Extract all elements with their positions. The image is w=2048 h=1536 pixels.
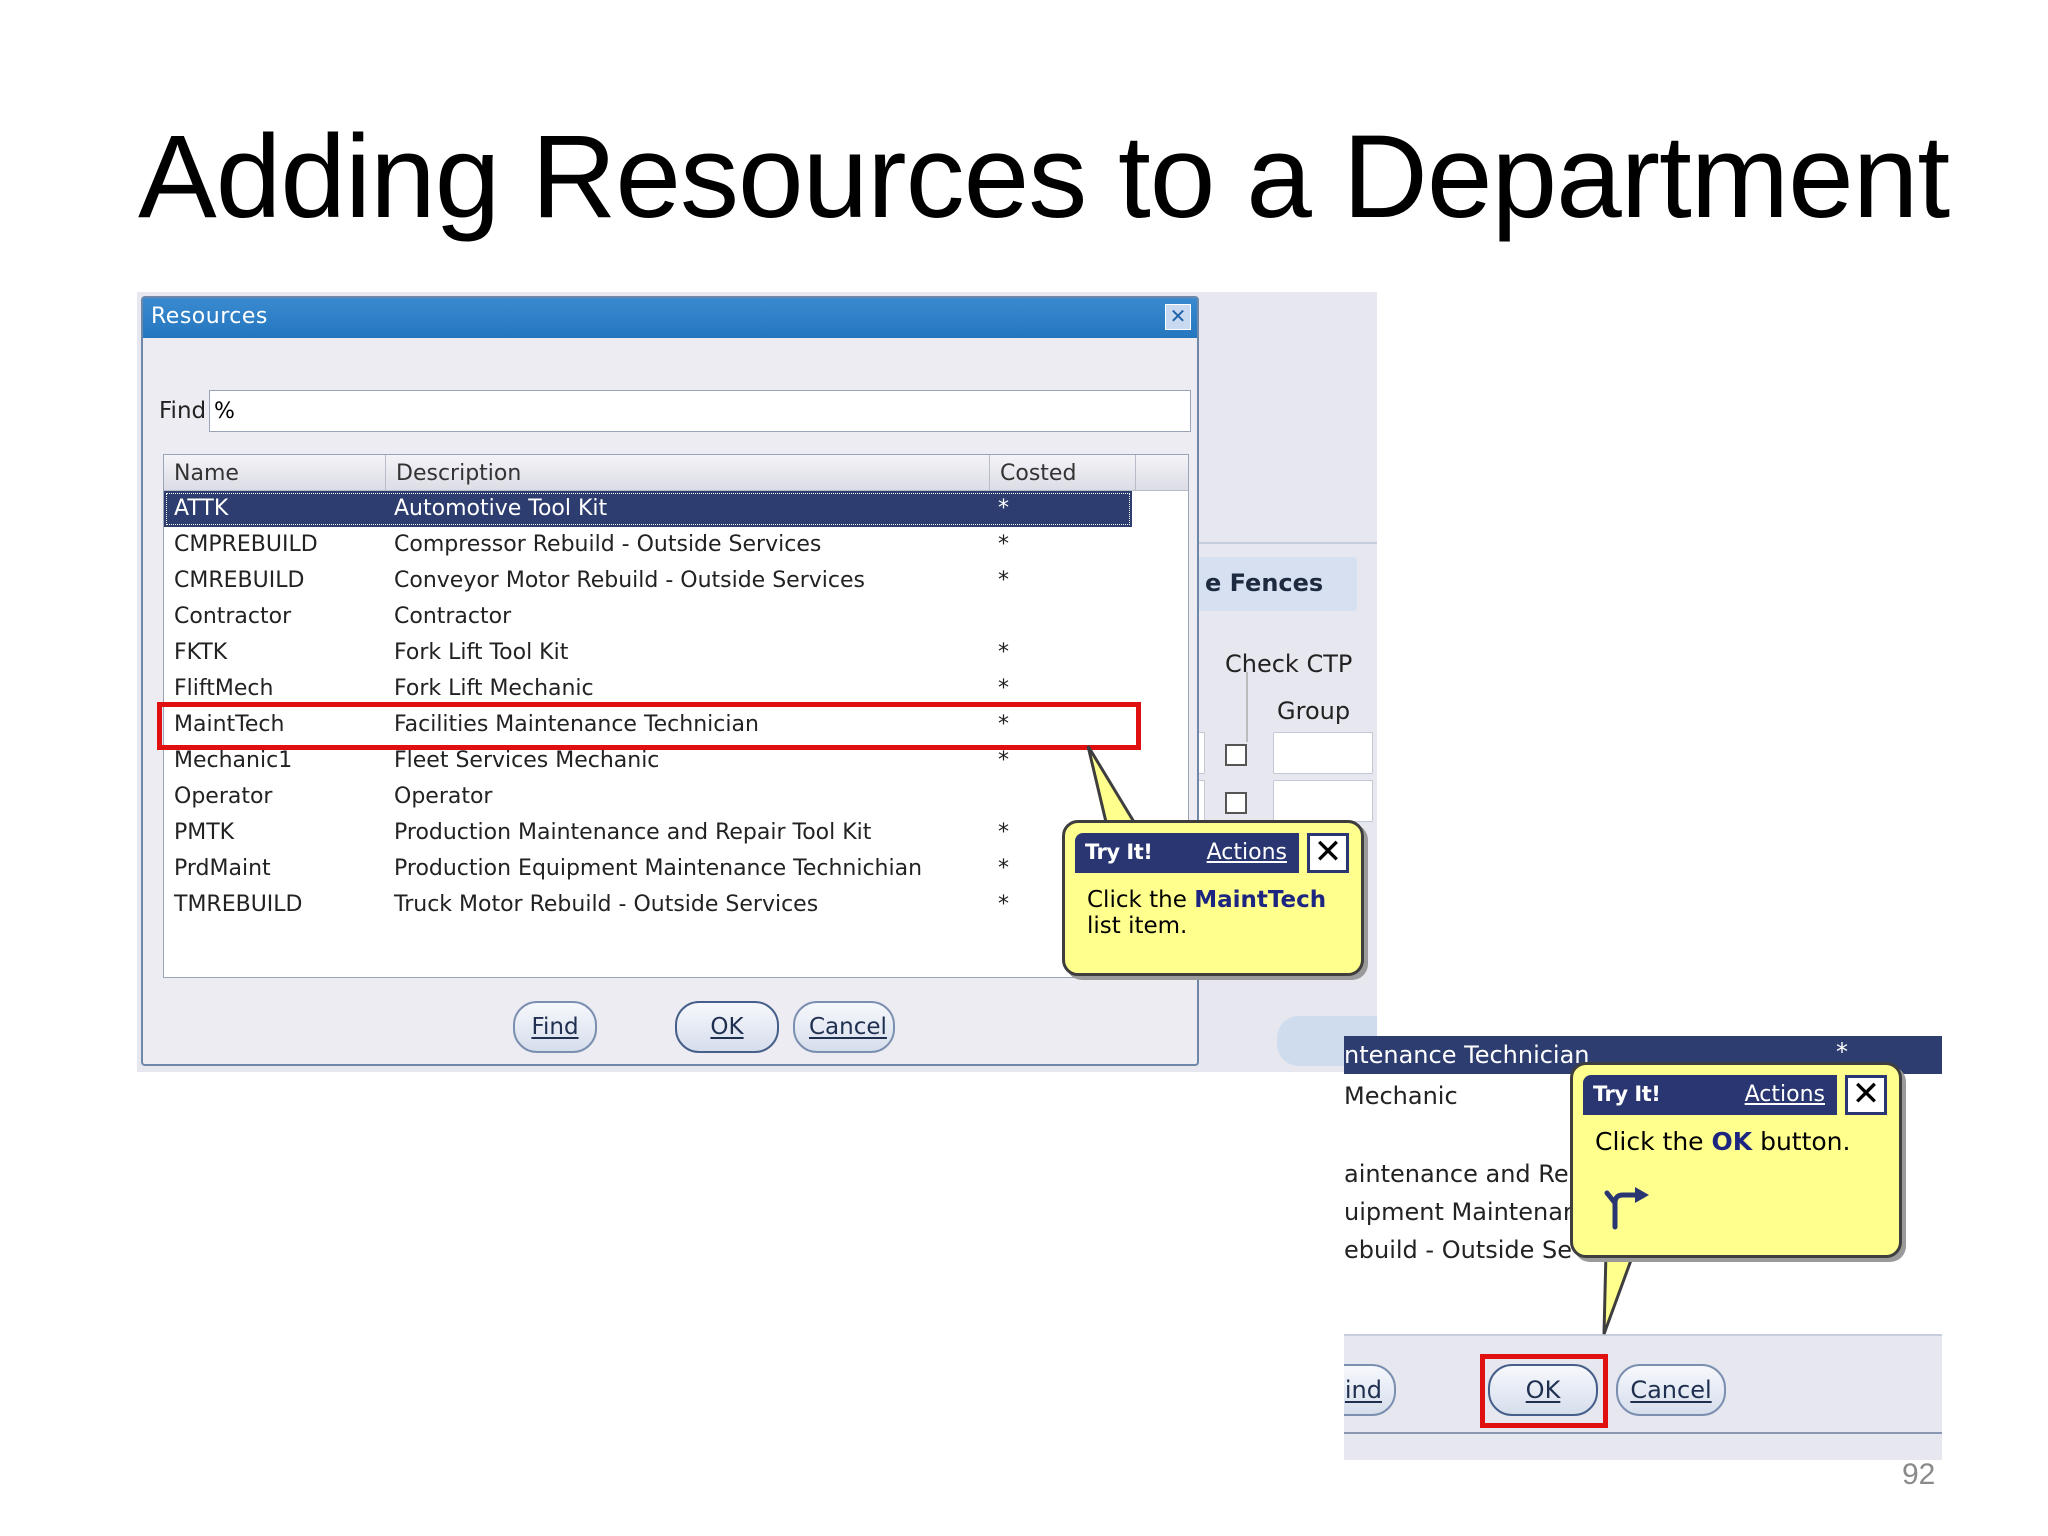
list-item-pmtk[interactable]: PMTK Production Maintenance and Repair T… bbox=[164, 815, 1188, 851]
row-name: PMTK bbox=[174, 820, 235, 845]
row-name: Mechanic1 bbox=[174, 748, 293, 773]
find-input[interactable] bbox=[209, 390, 1191, 432]
tryit-tooltip-1: Try It! Actions ✕ Click the MaintTech li… bbox=[1062, 820, 1364, 976]
slide-title: Adding Resources to a Department bbox=[138, 111, 1950, 243]
row-description: Truck Motor Rebuild - Outside Services bbox=[394, 892, 819, 917]
list-item-mainttech[interactable]: MaintTech Facilities Maintenance Technic… bbox=[164, 707, 1188, 743]
tooltip-pointer-1 bbox=[1086, 745, 1137, 824]
row-costed: * bbox=[998, 712, 1009, 737]
row-description: Automotive Tool Kit bbox=[394, 496, 608, 521]
row-name: ATTK bbox=[174, 496, 229, 521]
tooltip-actions-link[interactable]: Actions bbox=[1207, 840, 1287, 865]
background-divider bbox=[1195, 542, 1377, 544]
ok-button[interactable]: OK bbox=[1488, 1364, 1598, 1416]
check-ctp-checkbox-2[interactable] bbox=[1225, 792, 1247, 814]
list-item-prdmaint[interactable]: PrdMaint Production Equipment Maintenanc… bbox=[164, 851, 1188, 887]
row-costed: * bbox=[998, 676, 1009, 701]
tooltip-header: Try It! Actions bbox=[1075, 833, 1299, 873]
branch-arrow-icon bbox=[1604, 1187, 1649, 1230]
column-header-description[interactable]: Description bbox=[386, 455, 990, 491]
list-item-contractor[interactable]: Contractor Contractor bbox=[164, 599, 1188, 635]
list-item-fliftmech[interactable]: FliftMech Fork Lift Mechanic * bbox=[164, 671, 1188, 707]
dialog-titlebar[interactable]: Resources ✕ bbox=[143, 298, 1197, 338]
dialog-title: Resources bbox=[151, 304, 268, 329]
background-tree-line bbox=[1246, 672, 1248, 742]
row-description: Fork Lift Mechanic bbox=[394, 676, 594, 701]
tooltip-instruction: Click the MaintTech list item. bbox=[1087, 887, 1327, 939]
resources-dialog: Resources ✕ Find Name Description Costed… bbox=[141, 296, 1199, 1066]
row-name: TMREBUILD bbox=[174, 892, 303, 917]
group-field-1[interactable] bbox=[1273, 732, 1373, 774]
close-icon[interactable]: ✕ bbox=[1307, 833, 1349, 873]
row-name: FKTK bbox=[174, 640, 228, 665]
tooltip-header: Try It! Actions bbox=[1583, 1075, 1837, 1115]
check-ctp-label: Check CTP bbox=[1225, 650, 1353, 678]
row-description: Production Equipment Maintenance Technic… bbox=[394, 856, 923, 881]
list-item-cmprebuild[interactable]: CMPREBUILD Compressor Rebuild - Outside … bbox=[164, 527, 1188, 563]
cancel-button[interactable]: Cancel bbox=[1616, 1364, 1726, 1416]
row-description: Compressor Rebuild - Outside Services bbox=[394, 532, 822, 557]
row-costed: * bbox=[998, 640, 1009, 665]
fences-tab[interactable]: e Fences bbox=[1195, 557, 1357, 611]
list-item-cmrebuild[interactable]: CMREBUILD Conveyor Motor Rebuild - Outsi… bbox=[164, 563, 1188, 599]
check-ctp-checkbox-1[interactable] bbox=[1225, 744, 1247, 766]
close-icon[interactable]: ✕ bbox=[1845, 1075, 1887, 1115]
tooltip-title: Try It! bbox=[1593, 1082, 1661, 1106]
tooltip-pointer-2 bbox=[1602, 1250, 1637, 1335]
list-item-fktk[interactable]: FKTK Fork Lift Tool Kit * bbox=[164, 635, 1188, 671]
find-label: Find bbox=[159, 398, 207, 424]
row-costed: * bbox=[998, 568, 1009, 593]
find-button[interactable]: ind bbox=[1344, 1364, 1396, 1416]
list-item-fragment: aintenance and Rep bbox=[1344, 1160, 1584, 1188]
column-header-name[interactable]: Name bbox=[164, 455, 386, 491]
row-costed: * bbox=[998, 820, 1009, 845]
row-costed: * bbox=[998, 748, 1009, 773]
close-icon[interactable]: ✕ bbox=[1165, 304, 1191, 330]
tooltip-title: Try It! bbox=[1085, 840, 1153, 864]
row-name: Operator bbox=[174, 784, 273, 809]
row-description: Conveyor Motor Rebuild - Outside Service… bbox=[394, 568, 865, 593]
row-description: Fleet Services Mechanic bbox=[394, 748, 660, 773]
list-item-attk[interactable]: ATTK Automotive Tool Kit * bbox=[164, 491, 1132, 527]
dialog-bottom-line bbox=[1344, 1432, 1942, 1434]
row-description: Contractor bbox=[394, 604, 512, 629]
row-name: CMPREBUILD bbox=[174, 532, 318, 557]
find-button[interactable]: Find bbox=[513, 1001, 597, 1053]
list-item-operator[interactable]: Operator Operator bbox=[164, 779, 1188, 815]
page-number: 92 bbox=[1902, 1458, 1936, 1491]
list-item-mechanic1[interactable]: Mechanic1 Fleet Services Mechanic * bbox=[164, 743, 1188, 779]
resources-list: Name Description Costed ATTK Automotive … bbox=[163, 454, 1189, 978]
column-header-costed[interactable]: Costed bbox=[990, 455, 1136, 491]
row-description: Fork Lift Tool Kit bbox=[394, 640, 569, 665]
row-costed: * bbox=[998, 532, 1009, 557]
row-description: Operator bbox=[394, 784, 493, 809]
list-header: Name Description Costed bbox=[164, 455, 1188, 491]
list-item-fragment: uipment Maintenan bbox=[1344, 1198, 1579, 1226]
list-item-tmrebuild[interactable]: TMREBUILD Truck Motor Rebuild - Outside … bbox=[164, 887, 1188, 923]
row-name: PrdMaint bbox=[174, 856, 271, 881]
row-description: Production Maintenance and Repair Tool K… bbox=[394, 820, 872, 845]
row-name: MaintTech bbox=[174, 712, 285, 737]
tryit-tooltip-2: Try It! Actions ✕ Click the OK button. bbox=[1570, 1062, 1902, 1258]
row-costed: * bbox=[998, 496, 1009, 521]
row-description: ntenance Technician bbox=[1344, 1041, 1590, 1069]
row-name: CMREBUILD bbox=[174, 568, 305, 593]
ok-button[interactable]: OK bbox=[675, 1001, 779, 1053]
row-costed: * bbox=[998, 892, 1009, 917]
tooltip-actions-link[interactable]: Actions bbox=[1745, 1082, 1825, 1107]
tooltip-instruction: Click the OK button. bbox=[1595, 1127, 1851, 1156]
cancel-button[interactable]: Cancel bbox=[793, 1001, 895, 1053]
group-label: Group bbox=[1277, 697, 1351, 725]
group-field-2[interactable] bbox=[1273, 780, 1373, 822]
row-name: Contractor bbox=[174, 604, 292, 629]
list-item-fragment: Mechanic bbox=[1344, 1082, 1458, 1110]
row-description: Facilities Maintenance Technician bbox=[394, 712, 759, 737]
list-item-fragment: ebuild - Outside Se bbox=[1344, 1236, 1573, 1264]
row-costed: * bbox=[998, 856, 1009, 881]
row-name: FliftMech bbox=[174, 676, 274, 701]
